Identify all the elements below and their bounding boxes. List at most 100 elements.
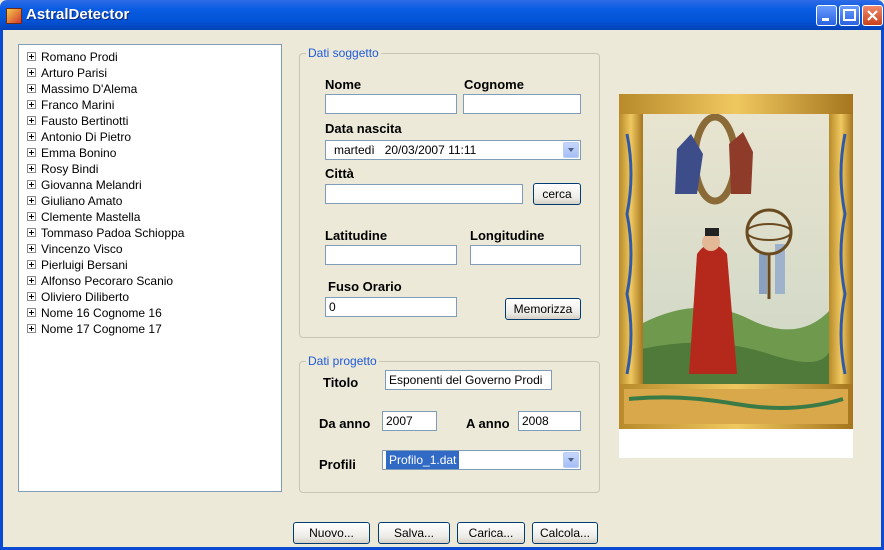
expand-plus-icon[interactable] (27, 228, 36, 238)
expand-plus-icon[interactable] (27, 260, 36, 270)
expand-plus-icon[interactable] (27, 212, 36, 222)
expand-plus-icon[interactable] (27, 324, 36, 334)
title-bar[interactable]: AstralDetector (0, 0, 884, 30)
tree-item-label: Arturo Parisi (41, 66, 108, 80)
carica-button[interactable]: Carica... (457, 522, 525, 544)
tree-item[interactable]: Giuliano Amato (19, 193, 281, 209)
latitudine-label: Latitudine (325, 228, 388, 243)
tree-item[interactable]: Emma Bonino (19, 145, 281, 161)
data-nascita-day: martedì (334, 143, 375, 157)
longitudine-input[interactable] (470, 245, 581, 265)
tree-item[interactable]: Tommaso Padoa Schioppa (19, 225, 281, 241)
expand-plus-icon[interactable] (27, 292, 36, 302)
chevron-down-icon[interactable] (563, 452, 579, 468)
tree-item[interactable]: Giovanna Melandri (19, 177, 281, 193)
latitudine-input[interactable] (325, 245, 457, 265)
tree-item[interactable]: Nome 17 Cognome 17 (19, 321, 281, 337)
da-anno-input[interactable]: 2007 (382, 411, 437, 431)
tree-item[interactable]: Romano Prodi (19, 49, 281, 65)
tree-item[interactable]: Rosy Bindi (19, 161, 281, 177)
tree-item-label: Giuliano Amato (41, 194, 123, 208)
nome-label: Nome (325, 77, 362, 92)
cognome-label: Cognome (464, 77, 524, 92)
a-anno-input[interactable]: 2008 (518, 411, 581, 431)
maximize-button[interactable] (839, 5, 860, 26)
expand-plus-icon[interactable] (27, 180, 36, 190)
tree-item-label: Pierluigi Bersani (41, 258, 128, 272)
tree-item-label: Clemente Mastella (41, 210, 141, 224)
tree-item-label: Rosy Bindi (41, 162, 99, 176)
tree-item[interactable]: Fausto Bertinotti (19, 113, 281, 129)
fuso-orario-label: Fuso Orario (328, 279, 402, 294)
minimize-icon (817, 6, 836, 25)
tree-item[interactable]: Alfonso Pecoraro Scanio (19, 273, 281, 289)
tree-item-label: Massimo D'Alema (41, 82, 138, 96)
tree-item[interactable]: Oliviero Diliberto (19, 289, 281, 305)
longitudine-label: Longitudine (470, 228, 545, 243)
expand-plus-icon[interactable] (27, 196, 36, 206)
citta-input[interactable] (325, 184, 523, 204)
subjects-tree[interactable]: Romano Prodi Arturo Parisi Massimo D'Alema… (18, 44, 282, 492)
tree-item-label: Emma Bonino (41, 146, 117, 160)
expand-plus-icon[interactable] (27, 276, 36, 286)
profili-label: Profili (319, 457, 356, 472)
titolo-input[interactable]: Esponenti del Governo Prodi (385, 370, 552, 390)
tree-item-label: Oliviero Diliberto (41, 290, 130, 304)
data-nascita-picker[interactable]: martedì 20/03/2007 11:11 (325, 140, 581, 160)
cerca-button[interactable]: cerca (533, 183, 581, 205)
tree-item[interactable]: Franco Marini (19, 97, 281, 113)
cognome-input[interactable] (463, 94, 581, 114)
close-button[interactable] (862, 5, 883, 26)
expand-plus-icon[interactable] (27, 164, 36, 174)
expand-plus-icon[interactable] (27, 52, 36, 62)
expand-plus-icon[interactable] (27, 132, 36, 142)
window-title: AstralDetector (26, 6, 130, 23)
expand-plus-icon[interactable] (27, 100, 36, 110)
maximize-icon (840, 6, 859, 25)
astrologer-miniature-image (619, 94, 853, 458)
fuso-orario-input[interactable]: 0 (325, 297, 457, 317)
memorizza-button[interactable]: Memorizza (505, 298, 581, 320)
profili-select[interactable]: Profilo_1.dat (382, 450, 581, 470)
citta-label: Città (325, 166, 354, 181)
salva-button[interactable]: Salva... (378, 522, 450, 544)
nome-input[interactable] (325, 94, 457, 114)
tree-item-label: Vincenzo Visco (41, 242, 123, 256)
app-icon (6, 8, 22, 24)
expand-plus-icon[interactable] (27, 244, 36, 254)
data-nascita-value: 20/03/2007 11:11 (384, 143, 477, 157)
minimize-button[interactable] (816, 5, 837, 26)
tree-item-label: Franco Marini (41, 98, 115, 112)
tree-item-label: Romano Prodi (41, 50, 118, 64)
tree-item-label: Alfonso Pecoraro Scanio (41, 274, 174, 288)
tree-item[interactable]: Vincenzo Visco (19, 241, 281, 257)
tree-item-label: Nome 17 Cognome 17 (41, 322, 162, 336)
window-border-left (0, 30, 3, 550)
a-anno-label: A anno (466, 416, 510, 431)
expand-plus-icon[interactable] (27, 308, 36, 318)
expand-plus-icon[interactable] (27, 84, 36, 94)
tree-item-label: Tommaso Padoa Schioppa (41, 226, 185, 240)
chevron-down-icon[interactable] (563, 142, 579, 158)
expand-plus-icon[interactable] (27, 148, 36, 158)
close-icon (863, 6, 882, 25)
titolo-label: Titolo (323, 375, 359, 390)
tree-item[interactable]: Massimo D'Alema (19, 81, 281, 97)
tree-item[interactable]: Pierluigi Bersani (19, 257, 281, 273)
tree-item-label: Antonio Di Pietro (41, 130, 132, 144)
data-nascita-label: Data nascita (325, 121, 402, 136)
tree-item[interactable]: Antonio Di Pietro (19, 129, 281, 145)
expand-plus-icon[interactable] (27, 68, 36, 78)
tree-item-label: Fausto Bertinotti (41, 114, 129, 128)
tree-item[interactable]: Nome 16 Cognome 16 (19, 305, 281, 321)
dati-progetto-legend: Dati progetto (306, 354, 379, 368)
tree-item[interactable]: Arturo Parisi (19, 65, 281, 81)
nuovo-button[interactable]: Nuovo... (293, 522, 370, 544)
tree-item[interactable]: Clemente Mastella (19, 209, 281, 225)
expand-plus-icon[interactable] (27, 116, 36, 126)
da-anno-label: Da anno (319, 416, 371, 431)
dati-soggetto-legend: Dati soggetto (306, 46, 381, 60)
calcola-button[interactable]: Calcola... (532, 522, 598, 544)
tree-item-label: Giovanna Melandri (41, 178, 142, 192)
tree-item-label: Nome 16 Cognome 16 (41, 306, 162, 320)
